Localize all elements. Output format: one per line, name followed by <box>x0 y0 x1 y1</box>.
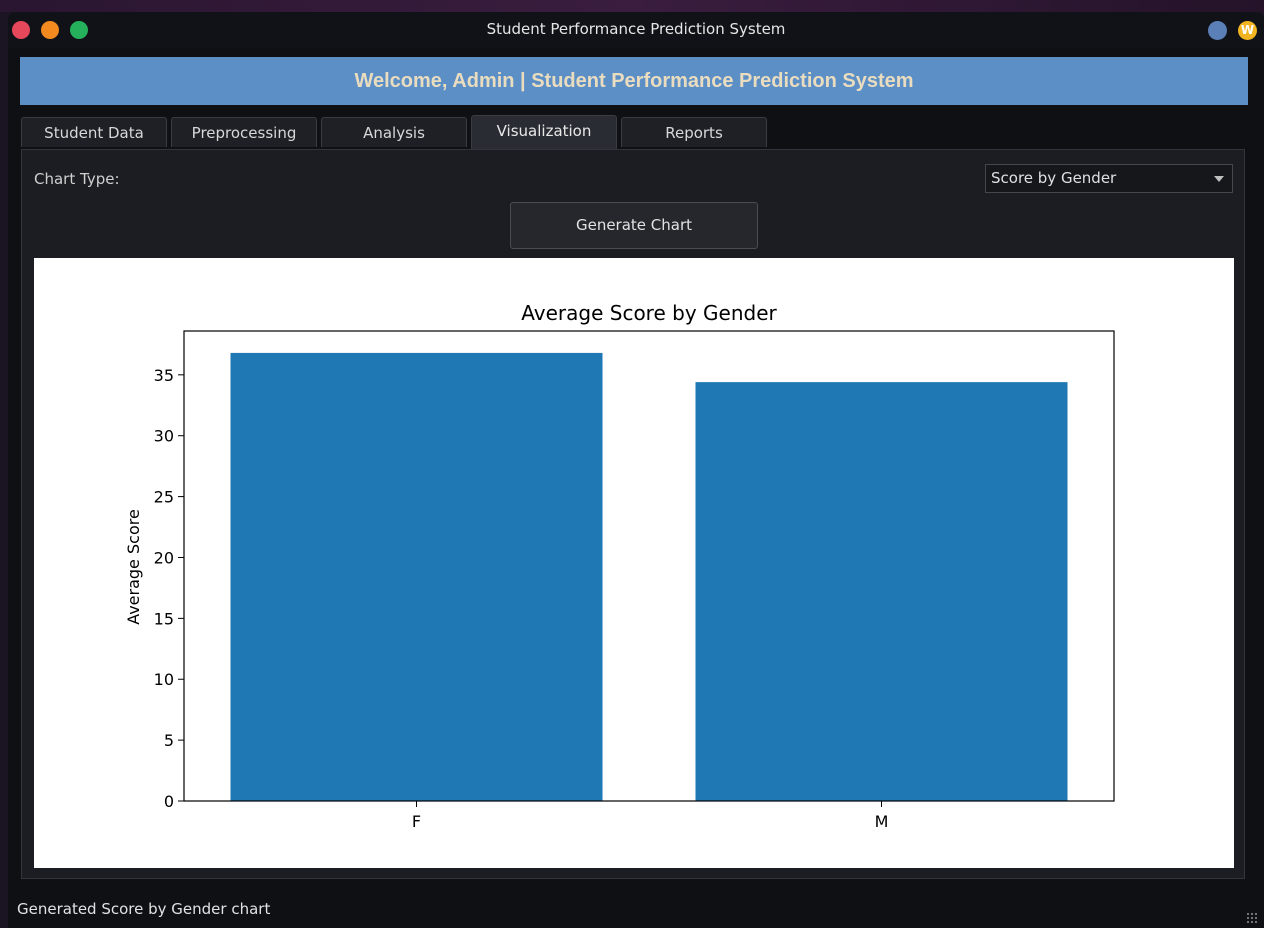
chart-title: Average Score by Gender <box>521 301 777 325</box>
bar-f <box>230 352 603 801</box>
visualization-panel: Chart Type: Score by Gender Generate Cha… <box>21 149 1245 879</box>
bar-chart: Average Score by Gender Average Score 0 5… <box>124 301 1115 831</box>
resize-grip-icon[interactable] <box>1246 912 1258 924</box>
status-bar: Generated Score by Gender chart <box>8 896 1264 928</box>
chart-type-label: Chart Type: <box>34 170 120 188</box>
desktop-background <box>0 0 1264 12</box>
tray-circle-icon[interactable] <box>1208 21 1227 40</box>
y-tick-label: 35 <box>154 366 174 385</box>
y-tick-label: 20 <box>154 548 174 567</box>
tab-visualization[interactable]: Visualization <box>471 115 617 149</box>
y-tick-label: 25 <box>154 488 174 507</box>
y-tick-label: 15 <box>154 609 174 628</box>
y-tick-label: 10 <box>154 670 174 689</box>
y-axis-label: Average Score <box>124 509 143 625</box>
y-tick-label: 30 <box>154 427 174 446</box>
tab-reports[interactable]: Reports <box>621 117 767 147</box>
chevron-down-icon <box>1214 176 1224 182</box>
app-window: Student Performance Prediction System W … <box>8 12 1264 928</box>
bar-m <box>695 382 1068 801</box>
y-tick-label: 0 <box>164 792 174 811</box>
welcome-banner: Welcome, Admin | Student Performance Pre… <box>20 57 1248 105</box>
x-tick-label: F <box>412 812 421 831</box>
x-tick-label: M <box>875 812 889 831</box>
generate-chart-button[interactable]: Generate Chart <box>510 202 758 249</box>
window-title: Student Performance Prediction System <box>486 20 786 38</box>
chart-area: Average Score by Gender Average Score 0 5… <box>34 258 1234 868</box>
tray-badge-icon[interactable]: W <box>1238 21 1257 40</box>
chart-type-value: Score by Gender <box>991 169 1117 187</box>
tab-student-data[interactable]: Student Data <box>21 117 167 147</box>
status-message: Generated Score by Gender chart <box>17 900 271 918</box>
title-bar: Student Performance Prediction System W <box>8 12 1264 48</box>
tab-analysis[interactable]: Analysis <box>321 117 467 147</box>
tab-preprocessing[interactable]: Preprocessing <box>171 117 317 147</box>
y-tick-label: 5 <box>164 731 174 750</box>
chart-type-select[interactable]: Score by Gender <box>985 164 1233 193</box>
